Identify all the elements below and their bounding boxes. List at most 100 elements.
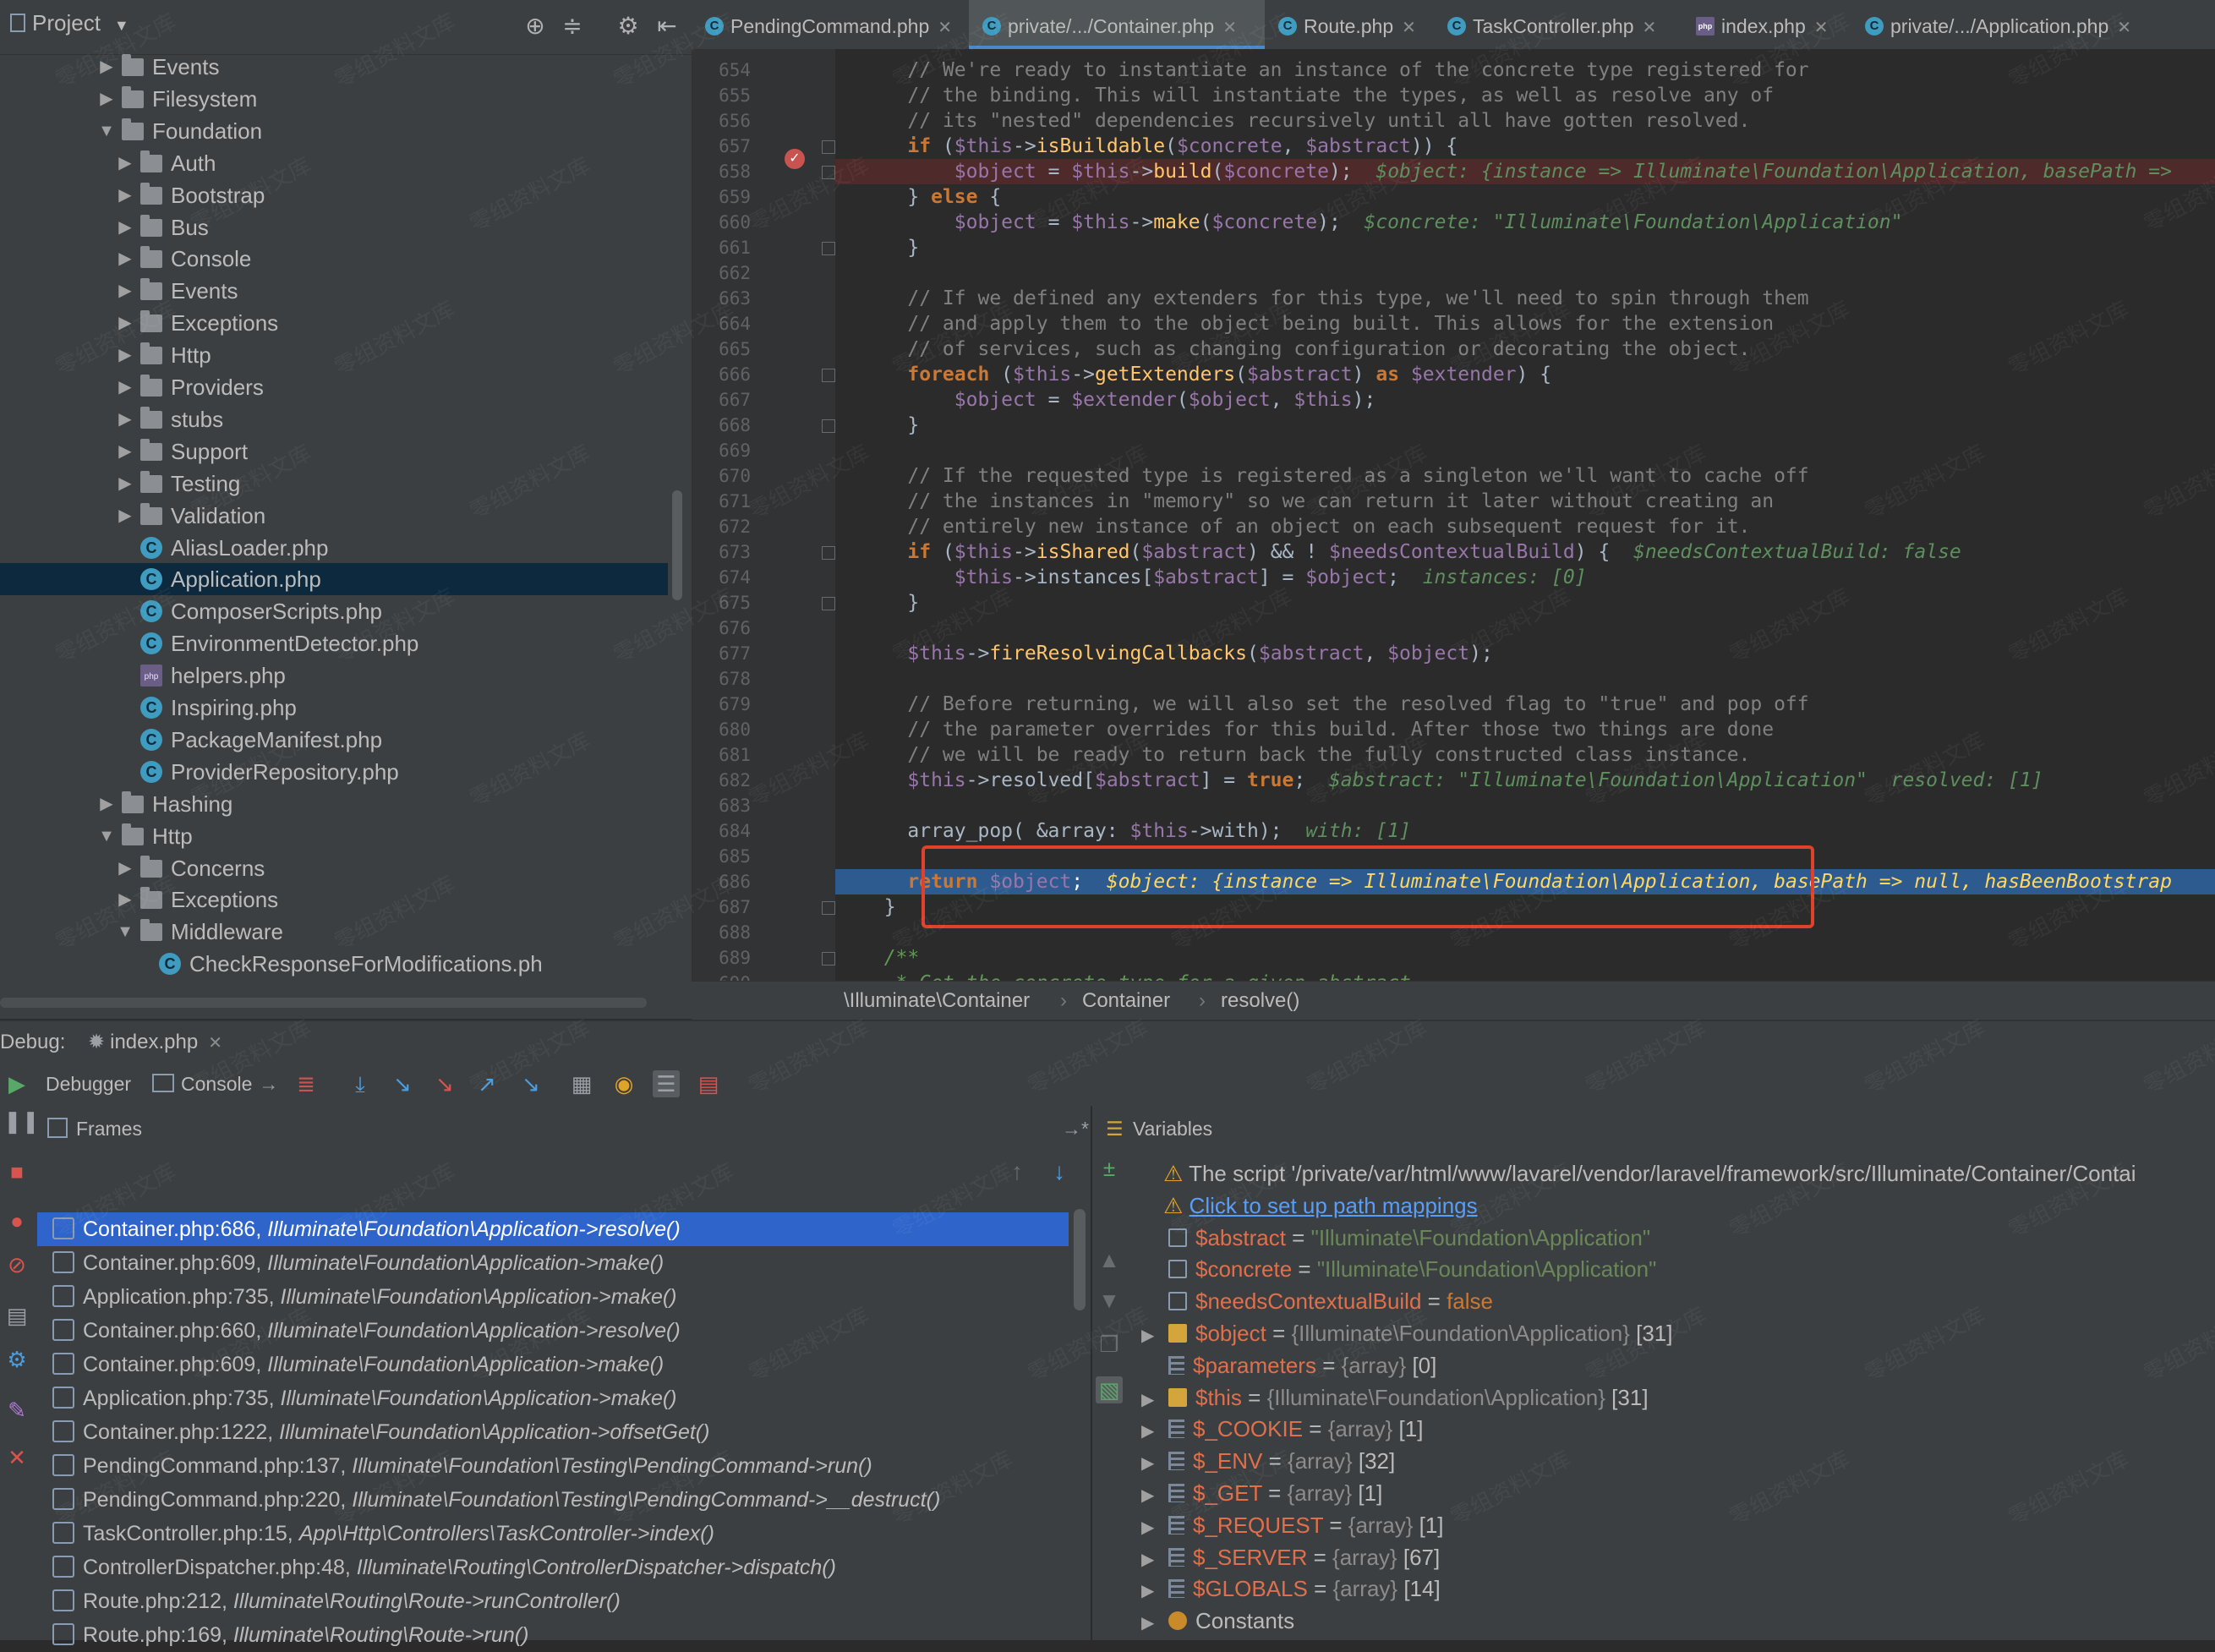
variable-row[interactable]: ▶ $_COOKIE = {array} [1] (1141, 1413, 2215, 1445)
close-icon[interactable]: ✕ (2117, 19, 2131, 37)
variable-row[interactable]: $abstract = "Illuminate\Foundation\Appli… (1141, 1222, 2215, 1254)
chevron-right-icon[interactable]: ▶ (115, 243, 135, 275)
variable-row[interactable]: ▶ $_REQUEST = {array} [1] (1141, 1509, 2215, 1541)
tree-item[interactable]: ▶ Bus (0, 211, 668, 243)
tree-item[interactable]: ▶ Providers (0, 371, 668, 403)
tree-item[interactable]: ▶ Validation (0, 500, 668, 532)
editor-tab[interactable]: C TaskController.php ✕ (1434, 0, 1682, 49)
tree-item[interactable]: ▼ Http (0, 820, 668, 852)
close-icon[interactable]: ✕ (938, 19, 952, 37)
frames-hide-icon[interactable]: →* (1062, 1106, 1089, 1151)
copy-icon[interactable]: ❐ (1096, 1331, 1123, 1358)
variable-row[interactable]: ▶ $object = {Illuminate\Foundation\Applic… (1141, 1317, 2215, 1349)
frame-row[interactable]: PendingCommand.php:220, Illuminate\Found… (37, 1483, 1069, 1517)
frame-row[interactable]: ControllerDispatcher.php:48, Illuminate\… (37, 1551, 1069, 1584)
chevron-right-icon[interactable]: ▶ (1141, 1607, 1163, 1637)
pause-icon[interactable]: ❚❚ (3, 1108, 41, 1135)
step-over-icon[interactable]: ⤓ (347, 1070, 374, 1097)
breakpoint-icon[interactable]: ✓ (785, 149, 805, 169)
close-icon[interactable]: ✕ (3, 1444, 30, 1471)
breadcrumb-item[interactable]: resolve() (1221, 982, 1299, 1020)
variable-row[interactable]: $needsContextualBuild = false (1141, 1285, 2215, 1317)
editor-tab[interactable]: Cprivate/.../Application.php ✕ (1851, 0, 2146, 49)
tree-item[interactable]: C PackageManifest.php (0, 724, 668, 756)
tree-item[interactable]: ▶ Events (0, 51, 668, 83)
fold-marker-icon[interactable] (822, 419, 835, 433)
chevron-down-icon[interactable]: ▼ (115, 916, 135, 948)
chevron-right-icon[interactable]: ▶ (115, 147, 135, 179)
clipboard-icon[interactable]: ▤ (695, 1070, 722, 1097)
variable-row[interactable]: $parameters = {array} [0] (1141, 1349, 2215, 1381)
close-icon[interactable]: ✕ (1814, 19, 1829, 37)
stop-icon[interactable]: ■ (3, 1158, 30, 1185)
frames-scrollbar[interactable] (1074, 1209, 1086, 1310)
editor-tab[interactable]: php index.php ✕ (1682, 0, 1851, 49)
frame-row[interactable]: Container.php:609, Illuminate\Foundation… (37, 1348, 1069, 1381)
add-watch-icon[interactable]: ± (1096, 1155, 1123, 1182)
close-icon[interactable]: ✕ (1222, 19, 1237, 37)
mute-breakpoints-icon[interactable]: ⊘ (3, 1251, 30, 1278)
tree-item[interactable]: php helpers.php (0, 659, 668, 692)
chevron-down-icon[interactable]: ▼ (96, 820, 117, 852)
frame-row[interactable]: Container.php:686, Illuminate\Foundation… (37, 1212, 1069, 1246)
tree-item[interactable]: ▶ Concerns (0, 852, 668, 884)
resume-icon[interactable]: ▶ (3, 1070, 30, 1097)
frame-row[interactable]: PendingCommand.php:137, Illuminate\Found… (37, 1449, 1069, 1483)
tree-item[interactable]: ▶ Testing (0, 468, 668, 500)
chevron-right-icon[interactable]: ▶ (1141, 1512, 1163, 1541)
chevron-right-icon[interactable]: ▶ (115, 500, 135, 532)
frame-row[interactable]: Container.php:609, Illuminate\Foundation… (37, 1246, 1069, 1280)
chevron-right-icon[interactable]: ▶ (115, 435, 135, 468)
close-icon[interactable]: ✕ (208, 1034, 222, 1053)
chevron-right-icon[interactable]: ▶ (1141, 1415, 1163, 1445)
move-down-icon[interactable]: ▼ (1096, 1287, 1123, 1314)
frame-row[interactable]: Application.php:735, Illuminate\Foundati… (37, 1381, 1069, 1415)
close-icon[interactable]: ✕ (1402, 19, 1416, 37)
chevron-right-icon[interactable]: ▶ (115, 852, 135, 884)
pin-icon[interactable]: ✎ (3, 1397, 30, 1424)
chevron-right-icon[interactable]: ▶ (1141, 1575, 1163, 1605)
chevron-right-icon[interactable]: ▶ (1141, 1320, 1163, 1349)
step-out-icon[interactable]: ↗ (473, 1070, 500, 1097)
layout-icon[interactable]: ▤ (3, 1302, 30, 1329)
tree-item[interactable]: ▶ Exceptions (0, 307, 668, 339)
chevron-right-icon[interactable]: ▶ (115, 211, 135, 243)
editor-tab[interactable]: Cprivate/.../Container.php ✕ (969, 0, 1265, 49)
chevron-right-icon[interactable]: ▶ (96, 51, 117, 83)
chevron-right-icon[interactable]: ▶ (115, 275, 135, 307)
tree-horizontal-scrollbar[interactable] (0, 998, 647, 1008)
chevron-right-icon[interactable]: ▶ (1141, 1447, 1163, 1477)
debug-session-tab[interactable]: ✹ index.php ✕ (88, 1021, 222, 1064)
variable-row[interactable]: ▶ $_SERVER = {array} [67] (1141, 1541, 2215, 1573)
tree-item[interactable]: C EnvironmentDetector.php (0, 627, 668, 659)
project-view-selector[interactable]: Project ▼ (10, 10, 129, 36)
tree-item[interactable]: ▶ Auth (0, 147, 668, 179)
frame-row[interactable]: Route.php:212, Illuminate\Routing\Route-… (37, 1584, 1069, 1618)
frame-row[interactable]: Container.php:1222, Illuminate\Foundatio… (37, 1415, 1069, 1449)
frame-row[interactable]: TaskController.php:15, App\Http\Controll… (37, 1517, 1069, 1551)
breadcrumb-item[interactable]: Container (1082, 982, 1170, 1020)
breadcrumb-item[interactable]: \Illuminate\Container (844, 982, 1030, 1020)
tree-item[interactable]: C Inspiring.php (0, 692, 668, 724)
frame-row[interactable]: Container.php:660, Illuminate\Foundation… (37, 1314, 1069, 1348)
fold-marker-icon[interactable] (822, 166, 835, 179)
close-icon[interactable]: ✕ (1643, 19, 1657, 37)
chevron-right-icon[interactable]: ▶ (115, 339, 135, 371)
move-up-icon[interactable]: ▲ (1096, 1246, 1123, 1273)
chevron-right-icon[interactable]: ▶ (1141, 1544, 1163, 1573)
view-breakpoints-icon[interactable]: ● (3, 1207, 30, 1234)
collapse-all-icon[interactable]: ≑ (558, 12, 587, 40)
show-values-inline-icon[interactable]: ▧ (1096, 1376, 1123, 1403)
tab-console[interactable]: Console → (152, 1062, 278, 1106)
variable-row[interactable]: ▶ Constants (1141, 1605, 2215, 1637)
fold-marker-icon[interactable] (822, 242, 835, 255)
variable-row[interactable]: ▶ $GLOBALS = {array} [14] (1141, 1573, 2215, 1605)
tree-item[interactable]: ▼ Foundation (0, 115, 668, 147)
variable-row[interactable]: $concrete = "Illuminate\Foundation\Appli… (1141, 1253, 2215, 1285)
step-into-icon[interactable]: ↘ (389, 1070, 416, 1097)
fold-marker-icon[interactable] (822, 952, 835, 965)
chevron-right-icon[interactable]: ▶ (115, 371, 135, 403)
tree-scrollbar[interactable] (672, 490, 682, 600)
link-text[interactable]: Click to set up path mappings (1190, 1193, 1478, 1218)
tree-item[interactable]: C AliasLoader.php (0, 532, 668, 564)
